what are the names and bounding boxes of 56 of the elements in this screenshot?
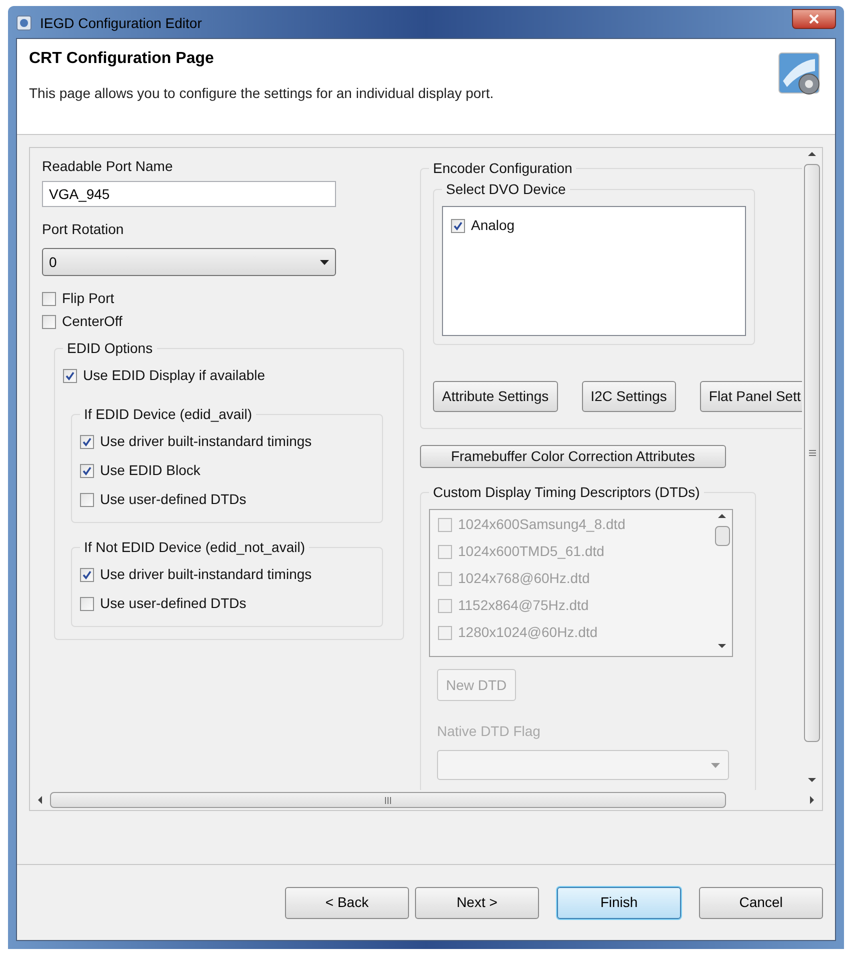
checkbox-box[interactable] bbox=[63, 368, 77, 382]
checkmark-icon bbox=[65, 370, 75, 380]
checkmark-icon bbox=[82, 436, 92, 446]
checkbox[interactable]: Use driver built-instandard timings bbox=[80, 431, 374, 452]
push-button[interactable]: Framebuffer Color Correction Attributes bbox=[420, 445, 726, 468]
checkbox[interactable]: Flip Port bbox=[42, 288, 404, 309]
app-icon bbox=[16, 15, 32, 31]
checkbox[interactable]: Use driver built-instandard timings bbox=[80, 564, 374, 585]
scroll-thumb[interactable] bbox=[714, 526, 730, 546]
checkbox[interactable]: Use EDID Block bbox=[80, 460, 374, 481]
grip-icon bbox=[808, 450, 816, 456]
checkbox-box[interactable] bbox=[80, 434, 94, 448]
field-label: Native DTD Flag bbox=[437, 722, 542, 741]
checkbox[interactable]: Analog bbox=[451, 215, 737, 236]
dialog-button[interactable]: Cancel bbox=[699, 886, 823, 918]
scroll-thumb[interactable] bbox=[804, 164, 820, 742]
checkbox-box[interactable] bbox=[80, 492, 94, 506]
push-button[interactable]: Flat Panel Sett bbox=[700, 381, 802, 412]
field-label: Port Rotation bbox=[42, 220, 125, 239]
scroll-down-icon[interactable] bbox=[808, 778, 816, 782]
checkbox-box[interactable] bbox=[42, 314, 56, 328]
checkmark-icon bbox=[453, 220, 463, 230]
scroll-thumb[interactable] bbox=[50, 792, 726, 808]
checkbox-box[interactable] bbox=[80, 464, 94, 478]
port-name-field[interactable]: VGA_945 bbox=[42, 181, 336, 207]
checkbox-box[interactable] bbox=[80, 568, 94, 582]
checkbox[interactable]: Use EDID Display if available bbox=[63, 365, 395, 386]
checkbox-box[interactable] bbox=[451, 218, 465, 232]
window-title: IEGD Configuration Editor bbox=[40, 14, 202, 33]
checkmark-icon bbox=[82, 570, 92, 580]
close-icon bbox=[809, 14, 819, 24]
checkbox-box[interactable] bbox=[80, 596, 94, 610]
checkbox[interactable]: CenterOff bbox=[42, 311, 404, 332]
close-button[interactable] bbox=[792, 9, 836, 29]
checkbox[interactable]: Use user-defined DTDs bbox=[80, 489, 374, 510]
checkbox[interactable]: Use user-defined DTDs bbox=[80, 593, 374, 614]
dialog-button[interactable]: < Back bbox=[285, 886, 409, 918]
push-button[interactable]: I2C Settings bbox=[582, 381, 676, 412]
checkmark-icon bbox=[82, 466, 92, 476]
page-description: This page allows you to configure the settings for an individual display port. bbox=[29, 84, 495, 103]
scroll-up-icon[interactable] bbox=[808, 152, 816, 156]
dialog-button[interactable]: Next > bbox=[415, 886, 539, 918]
field-label: Readable Port Name bbox=[42, 157, 174, 176]
dropdown-arrow-icon bbox=[320, 260, 329, 264]
push-button[interactable]: Attribute Settings bbox=[433, 381, 558, 412]
dtd-flag-dropdown[interactable] bbox=[437, 750, 729, 780]
scroll-left-icon[interactable] bbox=[38, 796, 42, 804]
dialog-button[interactable]: Finish bbox=[557, 886, 681, 918]
scroll-right-icon[interactable] bbox=[810, 796, 814, 804]
scroll-up-icon[interactable] bbox=[718, 514, 726, 518]
page-title: CRT Configuration Page bbox=[29, 49, 215, 69]
scroll-down-icon[interactable] bbox=[718, 644, 726, 648]
grip-icon bbox=[385, 796, 391, 804]
checkbox-box[interactable] bbox=[42, 292, 56, 306]
rotation-dropdown[interactable]: 0 bbox=[42, 248, 336, 276]
dropdown-arrow-icon bbox=[711, 762, 720, 768]
